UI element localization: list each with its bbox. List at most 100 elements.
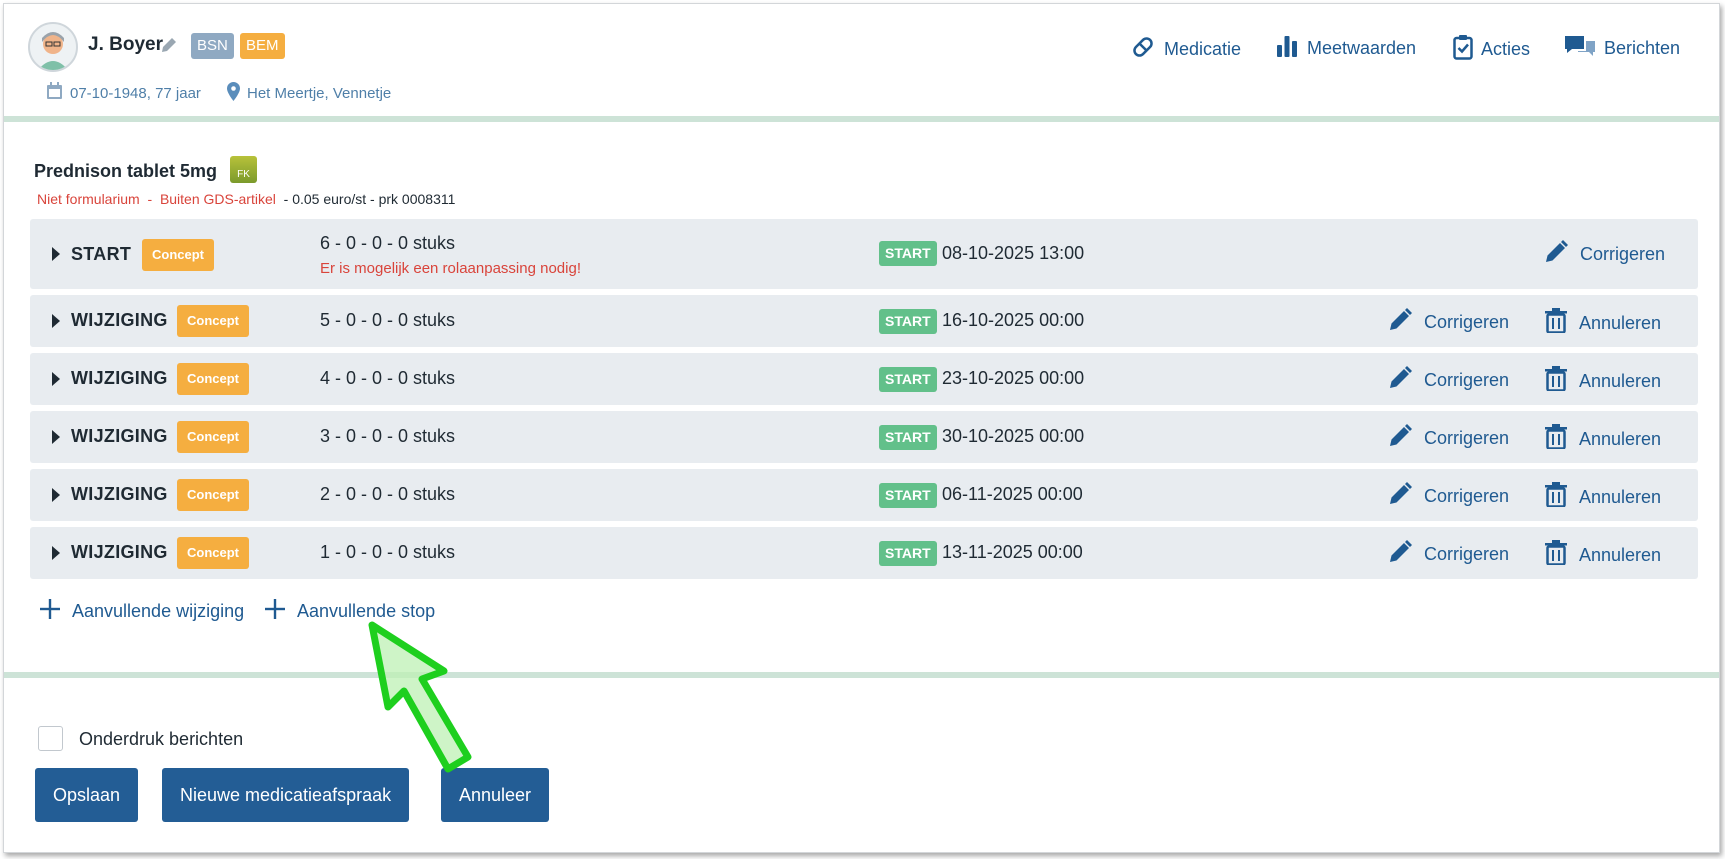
row-warning: Er is mogelijk een rolaanpassing nodig! xyxy=(320,260,581,277)
start-badge: START xyxy=(879,241,937,266)
schedule-row-wijziging[interactable]: WIJZIGING Concept 2 - 0 - 0 - 0 stuks ST… xyxy=(30,469,1698,521)
patient-avatar xyxy=(28,22,78,72)
info-separator: - xyxy=(147,191,153,207)
pointer-arrow-icon xyxy=(368,621,472,773)
row-dose: 5 - 0 - 0 - 0 stuks xyxy=(320,310,456,330)
row-dose: 6 - 0 - 0 - 0 stuks xyxy=(320,233,456,253)
row-type: WIJZIGING xyxy=(71,310,168,330)
cancel-label: Annuleren xyxy=(1579,428,1662,449)
fk-icon[interactable]: FK xyxy=(230,156,257,183)
bsn-badge: BSN xyxy=(191,33,234,59)
concept-badge: Concept xyxy=(142,239,214,271)
birth-date-text: 07-10-1948, 77 jaar xyxy=(70,84,201,102)
cancel-row-button[interactable]: Annuleren xyxy=(1545,540,1661,570)
correct-button[interactable]: Corrigeren xyxy=(1388,482,1509,511)
location-pin-icon xyxy=(227,82,240,105)
schedule-row-wijziging[interactable]: WIJZIGING Concept 5 - 0 - 0 - 0 stuks ST… xyxy=(30,295,1698,347)
pencil-icon xyxy=(1388,366,1412,395)
patient-location: Het Meertje, Vennetje xyxy=(227,82,391,105)
pencil-icon xyxy=(1544,240,1568,269)
schedule-row-wijziging[interactable]: WIJZIGING Concept 3 - 0 - 0 - 0 stuks ST… xyxy=(30,411,1698,463)
expand-caret-icon[interactable] xyxy=(52,247,60,261)
trash-icon xyxy=(1545,308,1567,338)
nav-berichten-label: Berichten xyxy=(1604,38,1681,58)
row-date: 30-10-2025 00:00 xyxy=(942,426,1085,446)
nav-medicatie-label: Medicatie xyxy=(1164,39,1242,59)
row-date: 06-11-2025 00:00 xyxy=(942,484,1083,504)
start-badge: START xyxy=(879,425,937,450)
plus-icon xyxy=(265,599,285,624)
medication-title: Prednison tablet 5mg xyxy=(34,161,218,181)
expand-caret-icon[interactable] xyxy=(52,314,60,328)
correct-label: Corrigeren xyxy=(1424,370,1510,390)
row-dose: 1 - 0 - 0 - 0 stuks xyxy=(320,542,456,562)
correct-label: Corrigeren xyxy=(1424,544,1510,564)
cancel-row-button[interactable]: Annuleren xyxy=(1545,308,1661,338)
row-date: 23-10-2025 00:00 xyxy=(942,368,1085,388)
trash-icon xyxy=(1545,366,1567,396)
cancel-row-button[interactable]: Annuleren xyxy=(1545,482,1661,512)
correct-button[interactable]: Corrigeren xyxy=(1388,540,1509,569)
save-button[interactable]: Opslaan xyxy=(35,768,139,822)
patient-name: J. Boyer xyxy=(88,34,163,55)
schedule-row-start[interactable]: START Concept 6 - 0 - 0 - 0 stuks Er is … xyxy=(30,219,1698,289)
plus-icon xyxy=(40,599,60,624)
nav-meetwaarden[interactable]: Meetwaarden xyxy=(1275,34,1416,63)
pencil-icon xyxy=(1388,482,1412,511)
expand-caret-icon[interactable] xyxy=(52,430,60,444)
formularium-status: Niet formularium xyxy=(37,191,140,207)
nav-acties-label: Acties xyxy=(1481,39,1531,59)
calendar-icon xyxy=(46,82,63,104)
nav-medicatie[interactable]: Medicatie xyxy=(1130,34,1241,65)
cancel-label: Annuleren xyxy=(1579,486,1662,507)
correct-button[interactable]: Corrigeren xyxy=(1388,424,1509,453)
cancel-row-button[interactable]: Annuleren xyxy=(1545,424,1661,454)
schedule-row-wijziging[interactable]: WIJZIGING Concept 1 - 0 - 0 - 0 stuks ST… xyxy=(30,527,1698,579)
row-type: WIJZIGING xyxy=(71,368,168,388)
correct-button[interactable]: Corrigeren xyxy=(1388,366,1509,395)
trash-icon xyxy=(1545,424,1567,454)
row-type: WIJZIGING xyxy=(71,484,168,504)
pencil-icon xyxy=(1388,424,1412,453)
add-change-link[interactable]: Aanvullende wijziging xyxy=(40,599,244,624)
footer-divider xyxy=(4,672,1719,678)
correct-button[interactable]: Corrigeren xyxy=(1388,308,1509,337)
cancel-label: Annuleren xyxy=(1579,312,1662,333)
bar-chart-icon xyxy=(1275,34,1299,63)
start-badge: START xyxy=(879,309,937,334)
nav-acties[interactable]: Acties xyxy=(1453,34,1530,65)
chat-bubbles-icon xyxy=(1564,34,1596,63)
pill-icon xyxy=(1130,34,1156,65)
patient-header: J. Boyer BSN BEM 07-10-1948, 77 jaar Het… xyxy=(4,4,1719,122)
nav-berichten[interactable]: Berichten xyxy=(1564,34,1680,63)
start-badge: START xyxy=(879,541,937,566)
cancel-label: Annuleren xyxy=(1579,544,1662,565)
expand-caret-icon[interactable] xyxy=(52,372,60,386)
edit-patient-icon[interactable] xyxy=(159,35,179,60)
row-type: WIJZIGING xyxy=(71,426,168,446)
row-dose: 2 - 0 - 0 - 0 stuks xyxy=(320,484,456,504)
cancel-row-button[interactable]: Annuleren xyxy=(1545,366,1661,396)
pencil-icon xyxy=(1388,308,1412,337)
expand-caret-icon[interactable] xyxy=(52,488,60,502)
pencil-icon xyxy=(1388,540,1412,569)
suppress-messages-checkbox[interactable] xyxy=(38,726,63,751)
row-date: 13-11-2025 00:00 xyxy=(942,542,1083,562)
correct-label: Corrigeren xyxy=(1424,486,1510,506)
app-window: J. Boyer BSN BEM 07-10-1948, 77 jaar Het… xyxy=(3,3,1720,853)
expand-caret-icon[interactable] xyxy=(52,546,60,560)
header-divider xyxy=(4,116,1719,122)
schedule-row-wijziging[interactable]: WIJZIGING Concept 4 - 0 - 0 - 0 stuks ST… xyxy=(30,353,1698,405)
nav-meetwaarden-label: Meetwaarden xyxy=(1307,38,1417,58)
correct-button[interactable]: Corrigeren xyxy=(1544,240,1665,269)
row-dose: 3 - 0 - 0 - 0 stuks xyxy=(320,426,456,446)
concept-badge: Concept xyxy=(177,421,249,453)
start-badge: START xyxy=(879,483,937,508)
gds-status: Buiten GDS-artikel xyxy=(159,191,276,207)
row-type: WIJZIGING xyxy=(71,542,168,562)
correct-label: Corrigeren xyxy=(1424,312,1510,332)
trash-icon xyxy=(1545,540,1567,570)
cancel-label: Annuleren xyxy=(1579,370,1662,391)
row-date: 16-10-2025 00:00 xyxy=(942,310,1085,330)
correct-label: Corrigeren xyxy=(1580,244,1666,264)
